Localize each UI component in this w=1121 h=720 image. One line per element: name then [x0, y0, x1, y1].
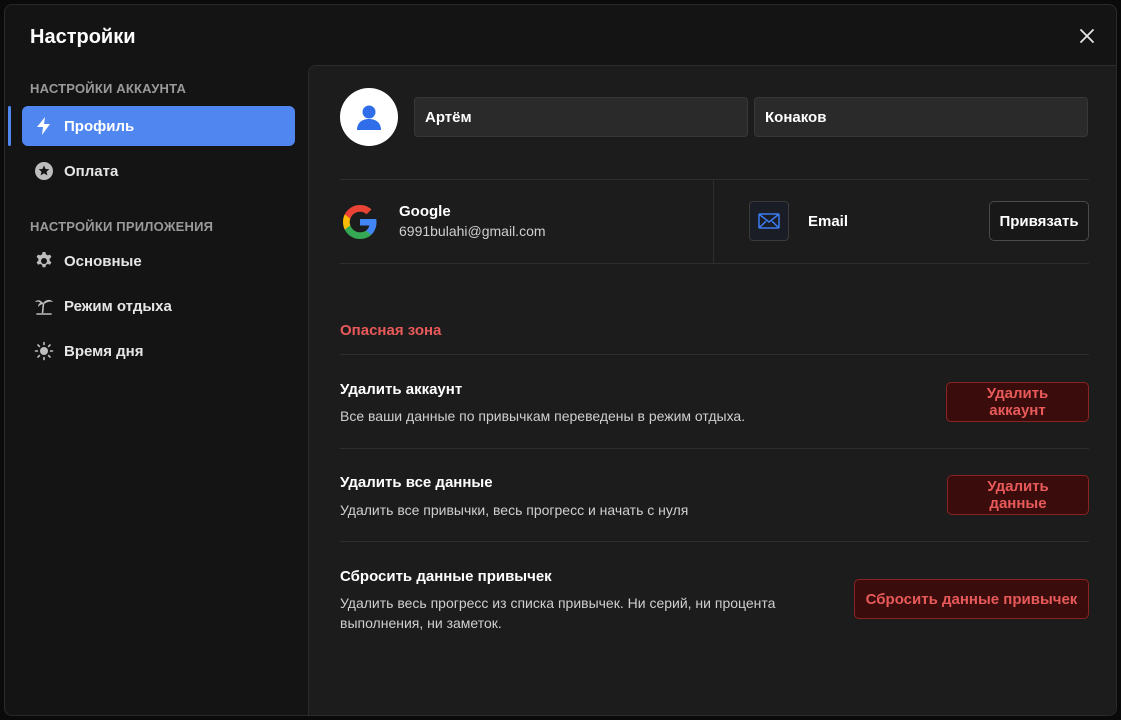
delete-account-description: Все ваши данные по привычкам переведены …	[340, 408, 746, 424]
divider	[340, 179, 1089, 180]
sidebar-item-label: Оплата	[64, 162, 119, 180]
email-icon	[749, 201, 789, 241]
settings-window: Настройки НАСТРОЙКИ АККАУНТА Профиль Опл…	[4, 4, 1117, 716]
active-indicator	[8, 106, 11, 146]
first-name-input[interactable]	[414, 97, 748, 137]
reset-habits-description: Удалить весь прогресс из списка привычек…	[340, 595, 776, 631]
delete-data-description: Удалить все привычки, весь прогресс и на…	[340, 502, 689, 518]
reset-habits-button[interactable]: Сбросить данные привычек	[854, 579, 1089, 619]
last-name-input[interactable]	[754, 97, 1088, 137]
window-title: Настройки	[30, 26, 136, 48]
bolt-icon	[34, 116, 54, 136]
sidebar-item-general[interactable]: Основные	[22, 241, 295, 281]
user-icon	[357, 105, 381, 130]
divider	[340, 354, 1089, 355]
sun-icon	[34, 341, 54, 361]
delete-data-title: Удалить все данные	[340, 474, 493, 491]
delete-account-button[interactable]: Удалить аккаунт	[946, 382, 1089, 422]
delete-account-title: Удалить аккаунт	[340, 381, 463, 398]
sidebar: НАСТРОЙКИ АККАУНТА Профиль Оплата НАСТРО…	[5, 67, 308, 715]
google-label: Google	[399, 203, 451, 220]
sidebar-item-label: Режим отдыха	[64, 297, 172, 315]
sidebar-item-rest-mode[interactable]: Режим отдыха	[22, 286, 295, 326]
google-email: 6991bulahi@gmail.com	[399, 223, 546, 239]
divider	[340, 263, 1089, 264]
vertical-divider	[713, 179, 714, 263]
palm-tree-icon	[34, 296, 54, 316]
close-button[interactable]	[1075, 24, 1099, 48]
danger-zone-title: Опасная зона	[340, 322, 442, 339]
divider	[340, 541, 1089, 542]
google-icon	[343, 205, 377, 239]
email-label: Email	[808, 213, 849, 230]
avatar[interactable]	[340, 88, 398, 146]
gear-icon	[34, 251, 54, 271]
section-label-account: НАСТРОЙКИ АККАУНТА	[30, 81, 187, 96]
sidebar-item-label: Время дня	[64, 342, 144, 360]
reset-habits-title: Сбросить данные привычек	[340, 568, 552, 585]
sidebar-item-profile[interactable]: Профиль	[22, 106, 295, 146]
sidebar-item-label: Профиль	[64, 117, 135, 135]
delete-data-button[interactable]: Удалить данные	[947, 475, 1089, 515]
sidebar-item-time-of-day[interactable]: Время дня	[22, 331, 295, 371]
star-icon	[34, 161, 54, 181]
section-label-app: НАСТРОЙКИ ПРИЛОЖЕНИЯ	[30, 219, 214, 234]
sidebar-item-payment[interactable]: Оплата	[22, 151, 295, 191]
link-email-button[interactable]: Привязать	[989, 201, 1089, 241]
divider	[340, 448, 1089, 449]
sidebar-item-label: Основные	[64, 252, 142, 270]
profile-panel: Google 6991bulahi@gmail.com Email Привяз…	[308, 65, 1116, 715]
close-icon	[1080, 29, 1094, 43]
